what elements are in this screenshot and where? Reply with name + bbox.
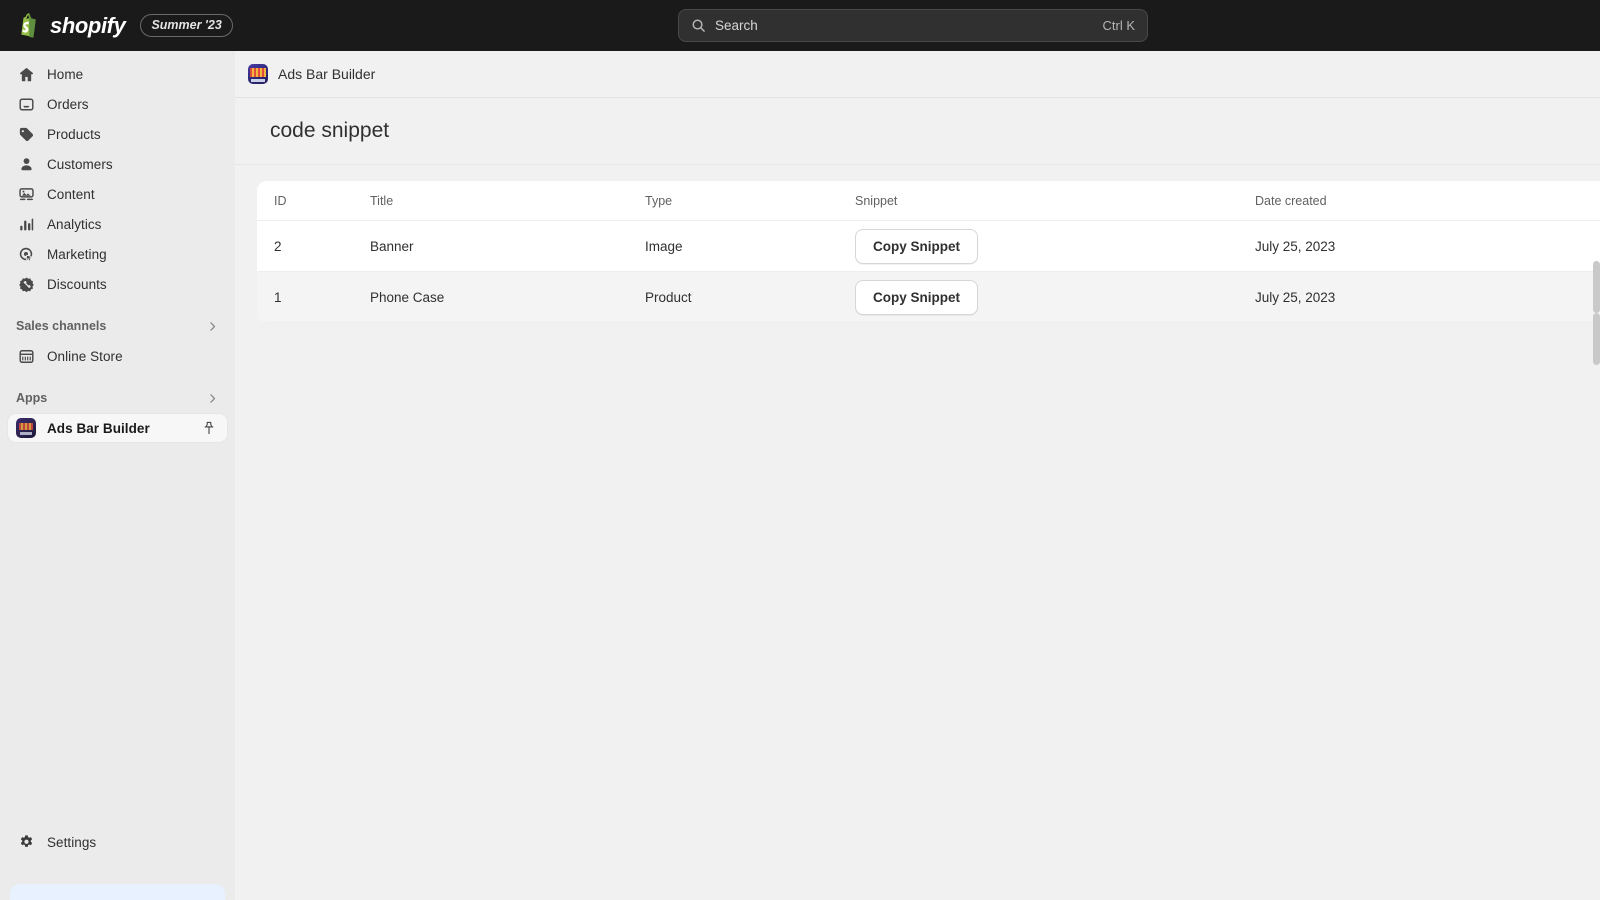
sales-channels-section-header[interactable]: Sales channels [16,316,219,336]
primary-nav: Home Orders Products Customers Content A… [0,51,235,298]
table-row[interactable]: 1 Phone Case Product Copy Snippet July 2… [257,271,1600,323]
settings-row: Settings [0,828,235,858]
cell-title: Banner [370,220,645,272]
table-area: ID Title Type Snippet Date created 2 Ban… [235,165,1600,323]
page-header: code snippet [235,98,1600,165]
target-cursor-icon [16,244,36,264]
season-badge: Summer '23 [140,14,233,37]
cell-date-created: July 25, 2023 [1255,271,1600,323]
search-input[interactable]: Search Ctrl K [678,9,1148,42]
cell-snippet: Copy Snippet [855,220,1255,272]
content-image-icon [16,184,36,204]
column-header-date-created[interactable]: Date created [1255,181,1600,221]
row-scrollbar[interactable] [1593,313,1600,365]
cell-id: 2 [257,220,370,272]
copy-snippet-button[interactable]: Copy Snippet [855,228,978,264]
snippets-table: ID Title Type Snippet Date created 2 Ban… [257,181,1600,323]
shopify-brand[interactable]: shopify Summer '23 [16,12,233,39]
main-content: Ads Bar Builder code snippet ID Title Ty… [235,51,1600,900]
sidebar-item-online-store[interactable]: Online Store [8,342,227,370]
sidebar-item-label: Settings [47,834,97,850]
cell-type: Product [645,271,855,323]
search-shortcut-hint: Ctrl K [1102,18,1136,33]
table-body: 2 Banner Image Copy Snippet July 25, 202… [257,220,1600,323]
cell-type: Image [645,220,855,272]
shopify-bag-icon [16,12,41,39]
snippets-table-card: ID Title Type Snippet Date created 2 Ban… [257,181,1600,323]
sidebar-item-label: Ads Bar Builder [47,420,150,436]
sidebar-item-label: Discounts [47,276,107,292]
sidebar-item-label: Home [47,66,84,82]
apps-section-header[interactable]: Apps [16,388,219,408]
sidebar-item-products[interactable]: Products [8,120,227,148]
sidebar-item-customers[interactable]: Customers [8,150,227,178]
bottom-promo-banner[interactable] [10,884,225,900]
chevron-right-icon[interactable] [206,320,219,333]
sidebar-item-content[interactable]: Content [8,180,227,208]
column-header-snippet[interactable]: Snippet [855,181,1255,221]
sidebar-item-label: Products [47,126,101,142]
app-thumbnail-icon [16,418,36,438]
cell-snippet: Copy Snippet [855,271,1255,323]
discount-percent-icon [16,274,36,294]
table-head: ID Title Type Snippet Date created [257,181,1600,221]
bar-chart-icon [16,214,36,234]
sidebar-item-marketing[interactable]: Marketing [8,240,227,268]
chevron-right-icon[interactable] [206,392,219,405]
top-bar: shopify Summer '23 Search Ctrl K [0,0,1600,51]
row-scrollbar[interactable] [1593,261,1600,313]
app-thumbnail-icon [248,64,268,84]
app-name-label: Ads Bar Builder [278,66,376,82]
sidebar-item-discounts[interactable]: Discounts [8,270,227,298]
search-icon [691,18,706,33]
page-title: code snippet [270,119,390,142]
brand-wordmark: shopify [50,12,126,38]
person-icon [16,154,36,174]
sidebar-item-label: Customers [47,156,113,172]
cell-id: 1 [257,271,370,323]
table-row[interactable]: 2 Banner Image Copy Snippet July 25, 202… [257,220,1600,272]
orders-inbox-icon [16,94,36,114]
sidebar-item-ads-bar-builder[interactable]: Ads Bar Builder [8,414,227,442]
product-tag-icon [16,124,36,144]
sidebar-item-label: Analytics [47,216,102,232]
sales-channels-label: Sales channels [16,319,107,333]
storefront-icon [16,346,36,366]
sidebar: Home Orders Products Customers Content A… [0,51,235,900]
pin-icon[interactable] [199,418,219,438]
home-icon [16,64,36,84]
sidebar-item-label: Content [47,186,95,202]
gear-icon [16,832,36,852]
cell-date-created: July 25, 2023 [1255,220,1600,272]
sidebar-item-orders[interactable]: Orders [8,90,227,118]
sidebar-item-home[interactable]: Home [8,60,227,88]
sidebar-item-settings[interactable]: Settings [8,828,227,856]
apps-label: Apps [16,391,48,405]
sidebar-item-label: Orders [47,96,89,112]
sidebar-item-analytics[interactable]: Analytics [8,210,227,238]
table-header-row: ID Title Type Snippet Date created [257,181,1600,221]
app-header-bar: Ads Bar Builder [235,51,1600,98]
column-header-title[interactable]: Title [370,181,645,221]
copy-snippet-button[interactable]: Copy Snippet [855,279,978,315]
cell-title: Phone Case [370,271,645,323]
sidebar-item-label: Marketing [47,246,107,262]
column-header-type[interactable]: Type [645,181,855,221]
sidebar-item-label: Online Store [47,348,123,364]
column-header-id[interactable]: ID [257,181,370,221]
search-placeholder-text: Search [715,18,758,33]
